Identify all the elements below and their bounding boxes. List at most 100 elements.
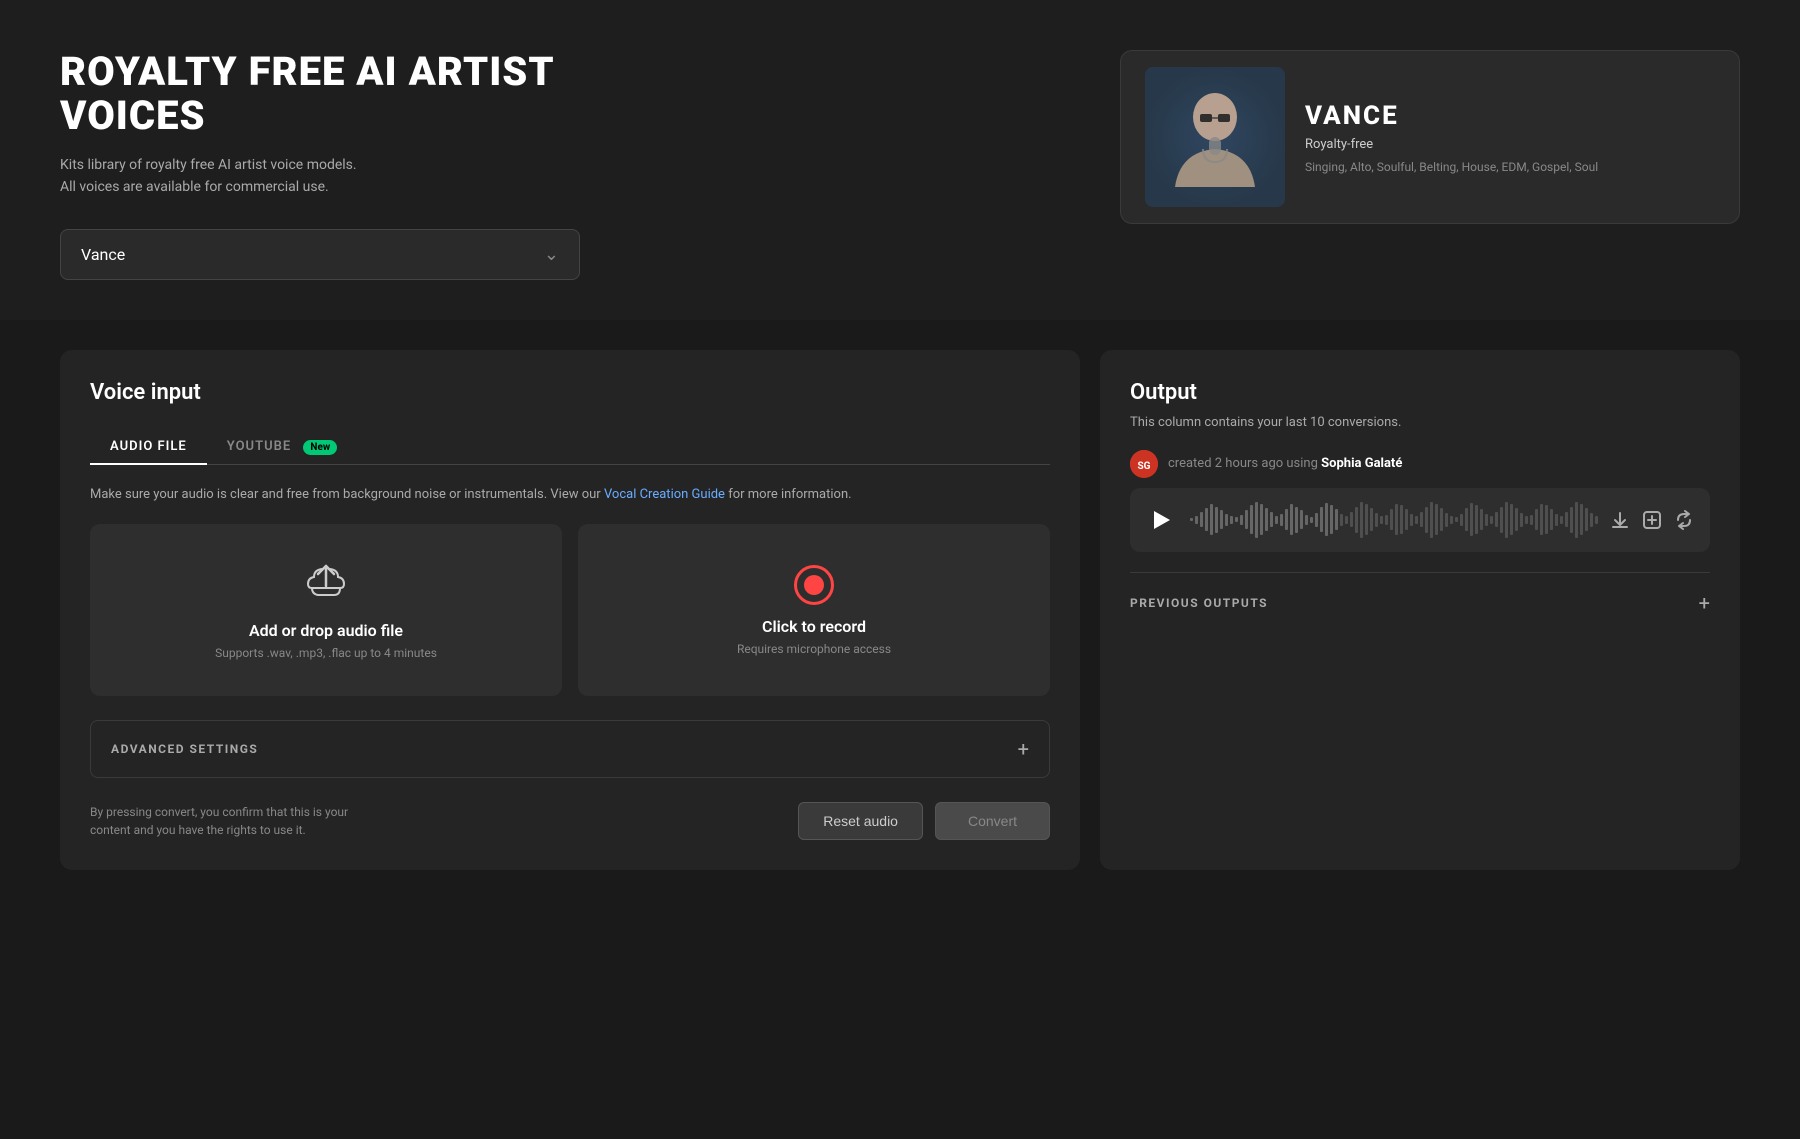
artist-tags: Singing, Alto, Soulful, Belting, House, … bbox=[1305, 160, 1715, 174]
waveform-bar bbox=[1385, 515, 1388, 525]
waveform-bar bbox=[1360, 502, 1363, 538]
waveform-bar bbox=[1465, 508, 1468, 531]
waveform-bar bbox=[1380, 516, 1383, 524]
waveform bbox=[1190, 502, 1598, 538]
artist-photo bbox=[1145, 67, 1285, 207]
waveform-bar bbox=[1570, 507, 1573, 533]
waveform-bar bbox=[1415, 516, 1418, 524]
reset-audio-button[interactable]: Reset audio bbox=[798, 802, 923, 840]
audio-player bbox=[1130, 488, 1710, 552]
add-to-playlist-button[interactable] bbox=[1642, 510, 1662, 530]
waveform-bar bbox=[1520, 513, 1523, 527]
waveform-bar bbox=[1435, 504, 1438, 535]
waveform-bar bbox=[1220, 510, 1223, 529]
waveform-bar bbox=[1545, 505, 1548, 534]
waveform-bar bbox=[1265, 508, 1268, 531]
bottom-section: Voice input AUDIO FILE YOUTUBE New Make … bbox=[0, 350, 1800, 871]
waveform-bar bbox=[1410, 514, 1413, 526]
waveform-bar bbox=[1515, 508, 1518, 531]
waveform-bar bbox=[1595, 516, 1598, 524]
footer-actions: By pressing convert, you confirm that th… bbox=[90, 802, 1050, 840]
waveform-bar bbox=[1330, 505, 1333, 534]
waveform-bar bbox=[1345, 516, 1348, 524]
tab-youtube[interactable]: YOUTUBE New bbox=[207, 429, 357, 464]
waveform-bar bbox=[1245, 510, 1248, 529]
waveform-bar bbox=[1500, 507, 1503, 533]
left-header: ROYALTY FREE AI ARTIST VOICES Kits libra… bbox=[60, 50, 640, 280]
waveform-bar bbox=[1195, 516, 1198, 524]
waveform-bar bbox=[1215, 507, 1218, 533]
waveform-bar bbox=[1400, 505, 1403, 534]
waveform-bar bbox=[1280, 514, 1283, 526]
instruction-text: Make sure your audio is clear and free f… bbox=[90, 485, 1050, 505]
waveform-bar bbox=[1390, 509, 1393, 530]
waveform-bar bbox=[1540, 504, 1543, 535]
waveform-bar bbox=[1270, 512, 1273, 527]
player-actions bbox=[1610, 510, 1694, 530]
play-button[interactable] bbox=[1146, 504, 1178, 536]
waveform-bar bbox=[1290, 504, 1293, 535]
artist-badge: Royalty-free bbox=[1305, 137, 1715, 152]
waveform-bar bbox=[1365, 504, 1368, 535]
voice-input-panel: Voice input AUDIO FILE YOUTUBE New Make … bbox=[60, 350, 1080, 871]
waveform-bar bbox=[1430, 502, 1433, 538]
waveform-bar bbox=[1395, 504, 1398, 535]
svg-text:SG: SG bbox=[1138, 461, 1151, 472]
waveform-bar bbox=[1525, 516, 1528, 524]
waveform-bar bbox=[1260, 504, 1263, 535]
avatar: SG bbox=[1130, 450, 1158, 478]
waveform-bar bbox=[1255, 502, 1258, 538]
waveform-bar bbox=[1305, 515, 1308, 525]
action-buttons: Reset audio Convert bbox=[798, 802, 1050, 840]
waveform-bar bbox=[1440, 508, 1443, 531]
waveform-bar bbox=[1205, 508, 1208, 531]
waveform-bar bbox=[1475, 505, 1478, 534]
waveform-bar bbox=[1530, 515, 1533, 525]
youtube-new-badge: New bbox=[303, 440, 337, 455]
previous-outputs-label: PREVIOUS OUTPUTS bbox=[1130, 596, 1268, 610]
previous-outputs[interactable]: PREVIOUS OUTPUTS + bbox=[1130, 572, 1710, 615]
waveform-bar bbox=[1225, 514, 1228, 526]
waveform-bar bbox=[1560, 516, 1563, 524]
waveform-bar bbox=[1295, 507, 1298, 533]
waveform-bar bbox=[1240, 515, 1243, 525]
record-box[interactable]: Click to record Requires microphone acce… bbox=[578, 524, 1050, 696]
waveform-bar bbox=[1455, 517, 1458, 522]
waveform-bar bbox=[1420, 512, 1423, 527]
upload-box-title: Add or drop audio file bbox=[249, 621, 403, 640]
conversion-meta-text: created 2 hours ago using Sophia Galaté bbox=[1168, 456, 1402, 471]
disclaimer-text: By pressing convert, you confirm that th… bbox=[90, 803, 370, 839]
waveform-bar bbox=[1275, 516, 1278, 524]
tab-audio-file[interactable]: AUDIO FILE bbox=[90, 429, 207, 464]
waveform-bar bbox=[1210, 504, 1213, 535]
convert-button[interactable]: Convert bbox=[935, 802, 1050, 840]
waveform-bar bbox=[1190, 518, 1193, 521]
page-title: ROYALTY FREE AI ARTIST VOICES bbox=[60, 50, 640, 138]
advanced-settings-label: ADVANCED SETTINGS bbox=[111, 742, 258, 756]
waveform-bar bbox=[1510, 504, 1513, 535]
record-icon bbox=[794, 565, 834, 605]
waveform-bar bbox=[1405, 509, 1408, 530]
waveform-bar bbox=[1550, 509, 1553, 530]
upload-box[interactable]: Add or drop audio file Supports .wav, .m… bbox=[90, 524, 562, 696]
upload-box-subtitle: Supports .wav, .mp3, .flac up to 4 minut… bbox=[215, 646, 437, 660]
chevron-down-icon: ⌄ bbox=[544, 244, 559, 265]
artist-image bbox=[1145, 67, 1285, 207]
output-description: This column contains your last 10 conver… bbox=[1130, 415, 1710, 430]
record-box-title: Click to record bbox=[762, 617, 866, 636]
record-dot bbox=[804, 575, 824, 595]
vocal-guide-link[interactable]: Vocal Creation Guide bbox=[604, 487, 725, 502]
waveform-bar bbox=[1450, 516, 1453, 524]
waveform-bar bbox=[1285, 509, 1288, 530]
advanced-settings[interactable]: ADVANCED SETTINGS + bbox=[90, 720, 1050, 778]
plus-icon: + bbox=[1018, 737, 1029, 761]
voice-dropdown[interactable]: Vance ⌄ bbox=[60, 229, 580, 280]
waveform-bar bbox=[1370, 508, 1373, 531]
selected-voice: Vance bbox=[81, 245, 125, 264]
output-panel: Output This column contains your last 10… bbox=[1100, 350, 1740, 871]
download-button[interactable] bbox=[1610, 510, 1630, 530]
waveform-bar bbox=[1575, 502, 1578, 538]
conversion-meta: SG created 2 hours ago using Sophia Gala… bbox=[1130, 450, 1710, 478]
share-button[interactable] bbox=[1674, 510, 1694, 530]
waveform-bar bbox=[1235, 517, 1238, 522]
